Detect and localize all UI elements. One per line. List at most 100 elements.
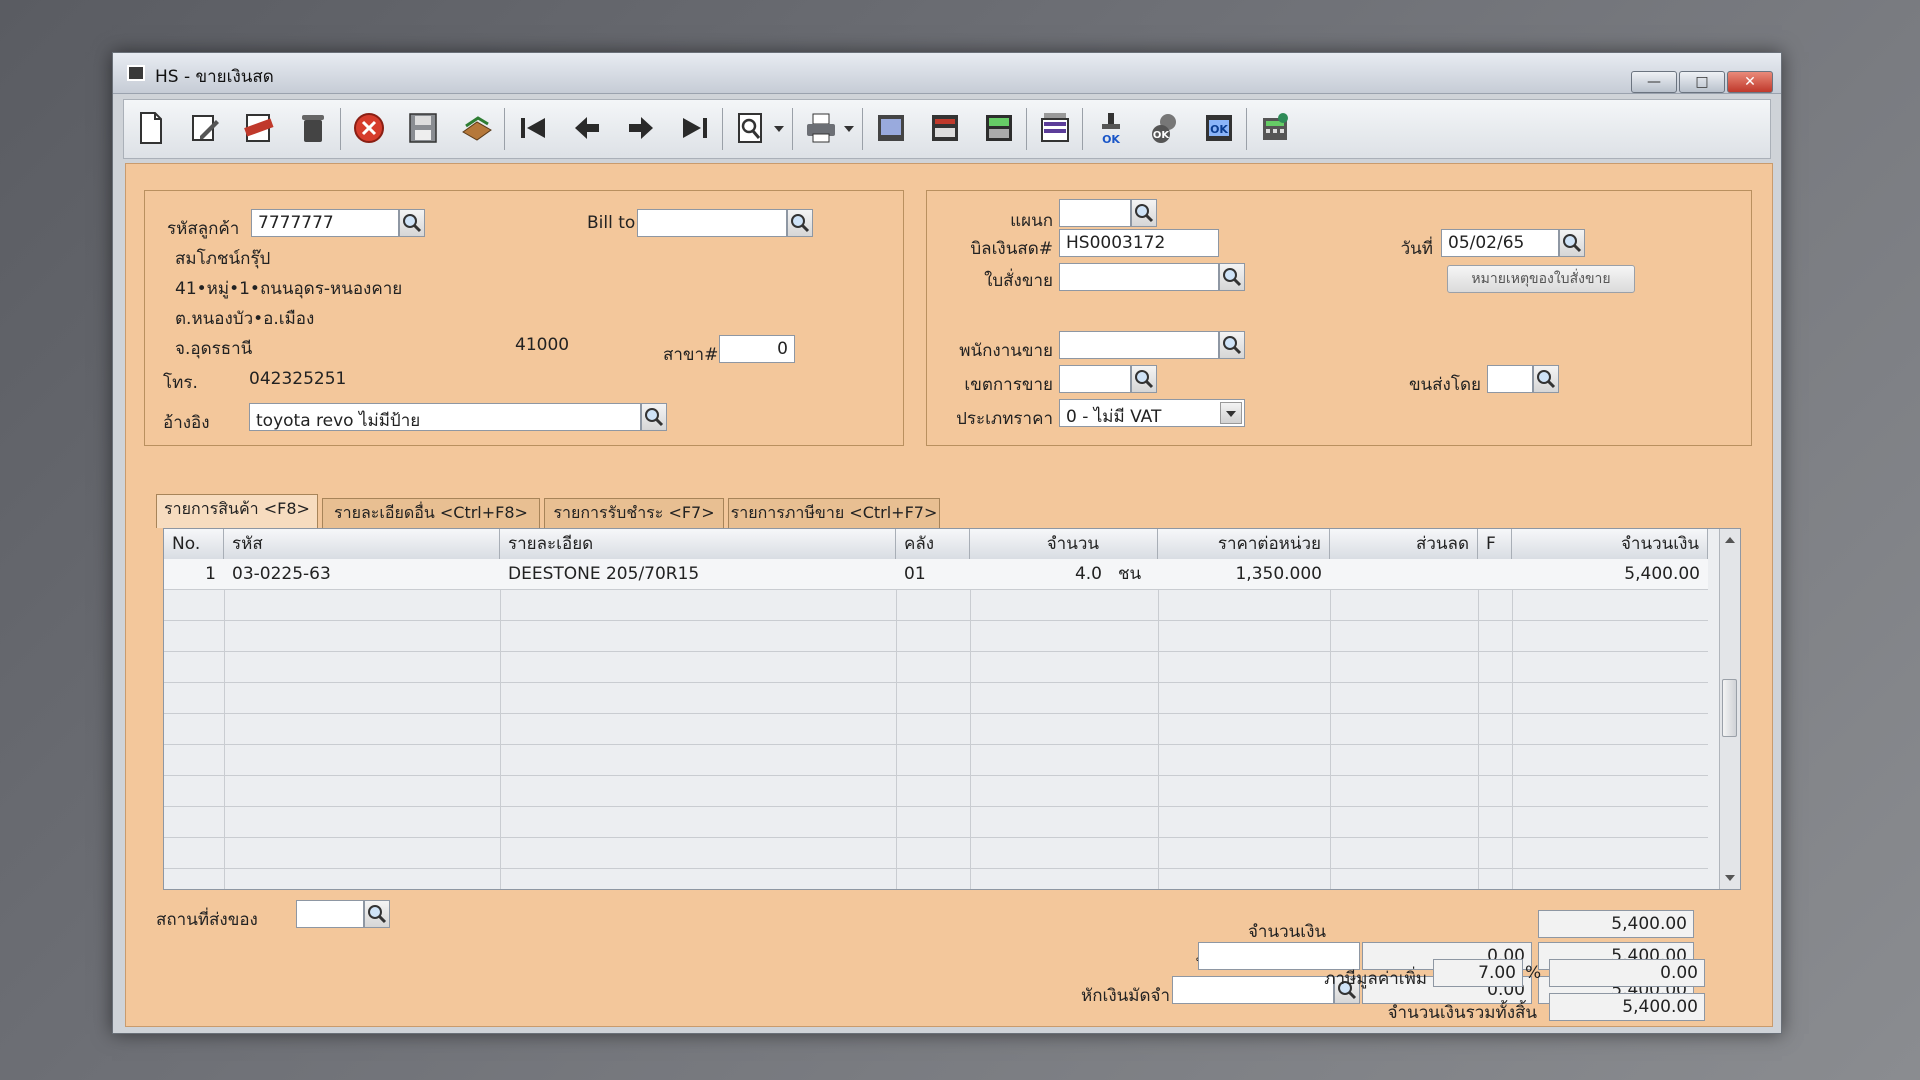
scroll-up-icon[interactable] [1725,537,1735,543]
search-preview-icon[interactable] [734,110,768,146]
grid-header: No. รหัส รายละเอียด คลัง จำนวน ราคาต่อหน… [164,529,1708,560]
empty-row[interactable] [164,652,1708,683]
ship-place-label: สถานที่ส่งของ [156,910,258,930]
bill-to-input[interactable] [637,209,787,237]
calculator-icon[interactable] [1258,110,1292,146]
svg-text:OK: OK [1102,133,1120,146]
department-label: แผนก [1010,211,1053,231]
department-search-icon[interactable] [1131,199,1157,227]
scroll-down-icon[interactable] [1725,875,1735,881]
sales-order-note-button[interactable]: หมายเหตุของใบสั่งขาย [1447,265,1635,293]
approve-icon[interactable] [460,110,494,146]
cash-bill-input[interactable]: HS0003172 [1059,229,1219,257]
sales-window: HS - ขายเงินสด — □ ✕ OK OK OK รหัสลูกค้า… [112,52,1782,1034]
date-search-icon[interactable] [1559,229,1585,257]
tab-other-details[interactable]: รายละเอียดอื่น <Ctrl+F8> [322,498,540,528]
save-icon[interactable] [406,110,440,146]
header-quantity[interactable]: จำนวน [970,529,1158,559]
header-unit-price[interactable]: ราคาต่อหน่วย [1158,529,1330,559]
scroll-thumb[interactable] [1722,679,1737,737]
ok-stamp-icon[interactable]: OK [1094,110,1128,146]
calculate-icon[interactable] [982,110,1016,146]
empty-row[interactable] [164,683,1708,714]
ship-by-search-icon[interactable] [1533,365,1559,393]
header-amount[interactable]: จำนวนเงิน [1512,529,1708,559]
sales-order-input[interactable] [1059,263,1219,291]
header-description[interactable]: รายละเอียด [500,529,896,559]
empty-row[interactable] [164,838,1708,869]
minimize-button[interactable]: — [1631,71,1677,93]
price-type-select[interactable]: 0 - ไม่มี VAT [1059,399,1245,427]
form-icon[interactable] [928,110,962,146]
header-code[interactable]: รหัส [224,529,500,559]
vat-label: ภาษีมูลค่าเพิ่ม [1324,969,1427,989]
header-no[interactable]: No. [164,529,224,559]
app-icon [127,65,145,81]
tab-items[interactable]: รายการสินค้า <F8> [156,494,318,528]
void-icon[interactable] [242,110,276,146]
sales-area-input[interactable] [1059,365,1131,393]
window-title: HS - ขายเงินสด [155,67,274,87]
sales-order-label: ใบสั่งขาย [984,271,1053,291]
reference-input[interactable]: toyota revo ไม่มีป้าย [249,403,641,431]
customer-code-input[interactable]: 7777777 [251,209,399,237]
previous-record-icon[interactable] [570,110,604,146]
tab-sales-tax[interactable]: รายการภาษีขาย <Ctrl+F7> [728,498,940,528]
salesman-label: พนักงานขาย [959,341,1053,361]
reference-search-icon[interactable] [641,403,667,431]
print-dropdown-icon[interactable] [844,126,854,132]
header-flag[interactable]: F [1478,529,1512,559]
next-record-icon[interactable] [624,110,658,146]
last-record-icon[interactable] [678,110,712,146]
maximize-button[interactable]: □ [1679,71,1725,93]
price-type-value: 0 - ไม่มี VAT [1066,407,1162,427]
row-flag [1478,559,1512,589]
ok-confirm-icon[interactable]: OK [1202,110,1236,146]
ship-place-search-icon[interactable] [364,900,390,928]
ship-by-input[interactable] [1487,365,1533,393]
row-unit-price: 1,350.000 [1235,564,1322,584]
chevron-down-icon[interactable] [1220,402,1242,424]
empty-row[interactable] [164,745,1708,776]
title-bar[interactable]: HS - ขายเงินสด — □ ✕ [113,53,1781,94]
header-warehouse[interactable]: คลัง [896,529,970,559]
date-input[interactable]: 05/02/65 [1441,229,1559,257]
branch-input[interactable]: 0 [719,335,795,363]
preview-dropdown-icon[interactable] [774,126,784,132]
delete-bin-icon[interactable] [296,110,330,146]
tab-payments[interactable]: รายการรับชำระ <F7> [544,498,724,528]
cancel-icon[interactable] [352,110,386,146]
empty-row[interactable] [164,776,1708,807]
vat-rate-value: 7.00 [1433,959,1523,987]
sales-area-search-icon[interactable] [1131,365,1157,393]
grand-total-value: 5,400.00 [1549,993,1705,1021]
edit-icon[interactable] [188,110,222,146]
ship-place-input[interactable] [296,900,364,928]
salesman-input[interactable] [1059,331,1219,359]
grand-total-label: จำนวนเงินรวมทั้งสิ้น [1387,1003,1537,1023]
items-grid[interactable]: No. รหัส รายละเอียด คลัง จำนวน ราคาต่อหน… [163,528,1741,890]
department-input[interactable] [1059,199,1131,227]
branch-label: สาขา# [663,345,719,365]
salesman-search-icon[interactable] [1219,331,1245,359]
first-record-icon[interactable] [516,110,550,146]
reprint-icon[interactable] [1038,110,1072,146]
customer-search-icon[interactable] [399,209,425,237]
bill-to-search-icon[interactable] [787,209,813,237]
sales-order-search-icon[interactable] [1219,263,1245,291]
svg-text:OK: OK [1153,130,1171,141]
print-icon[interactable] [804,110,838,146]
customer-panel: รหัสลูกค้า 7777777 Bill to สมโภชน์กรุ๊ป … [144,190,904,446]
header-discount[interactable]: ส่วนลด [1330,529,1478,559]
table-row[interactable]: 1 03-0225-63 DEESTONE 205/70R15 01 4.0 ช… [164,559,1708,590]
new-document-icon[interactable] [134,110,168,146]
empty-row[interactable] [164,807,1708,838]
empty-row[interactable] [164,621,1708,652]
empty-row[interactable] [164,590,1708,621]
grid-scrollbar[interactable] [1719,529,1740,889]
empty-row[interactable] [164,714,1708,745]
check-icon[interactable]: OK [1148,110,1182,146]
report-icon[interactable] [874,110,908,146]
close-button[interactable]: ✕ [1727,71,1773,93]
sales-area-label: เขตการขาย [964,375,1053,395]
